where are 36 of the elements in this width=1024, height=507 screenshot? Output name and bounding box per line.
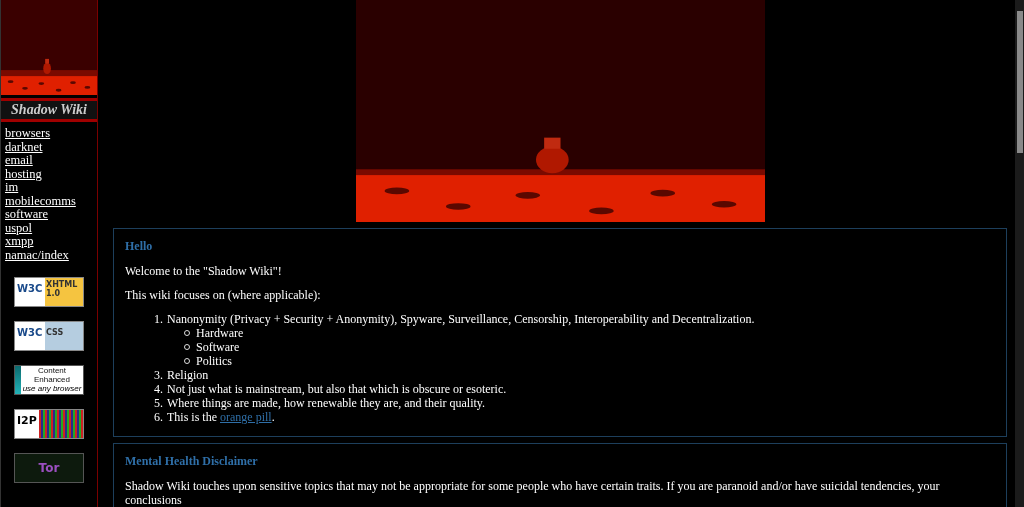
paragraph: This wiki focuses on (where applicable): (125, 288, 322, 302)
sidebar-link[interactable]: im (5, 181, 19, 195)
list-item-text: Not just what is mainstream, but also that which is obscure or esoteric. (167, 382, 507, 396)
sidebar-link[interactable]: email (5, 154, 33, 168)
scrollbar[interactable] (1015, 0, 1024, 507)
list-item-text: Nanonymity (Privacy + Security + Anonymity), Spyware, Surveillance, Censorship, Interoperability and Decentralization. (167, 312, 755, 326)
list-number: 5. (154, 396, 163, 410)
paragraph: Shadow Wiki touches upon sensitive topics that may not be appropriate for some people who have certain traits. If you are paranoid and/or have suicidal tendencies, your conclusions (125, 479, 941, 507)
list-number: 4. (154, 382, 163, 396)
paragraph: Welcome to the "Shadow Wiki"! (125, 264, 283, 278)
list-item-text: Religion (167, 368, 209, 382)
sidebar-link[interactable]: darknet (5, 140, 43, 154)
sidebar-link[interactable]: xmpp (5, 235, 34, 249)
section-heading: Mental Health Disclaimer (125, 454, 259, 469)
tor-badge[interactable]: Tor (14, 453, 84, 483)
content-badge[interactable]: Content Enhanced use any browser (14, 365, 84, 395)
sidebar-link[interactable]: browsers (5, 127, 51, 141)
scrollbar-thumb[interactable] (1017, 11, 1023, 153)
sidebar-link[interactable]: namac/index (5, 248, 69, 262)
site-title: Shadow Wiki (1, 98, 97, 122)
sidebar-link[interactable]: mobilecomms (5, 194, 76, 208)
list-number: 1. (154, 312, 163, 326)
sidebar-link[interactable]: software (5, 208, 49, 222)
section-heading: Hello (125, 239, 154, 254)
w3c-badge[interactable]: W3C CSS (14, 321, 84, 351)
list-item-text: This is the orange pill. (167, 410, 275, 424)
list-item-text: Software (196, 340, 240, 354)
list-item-text: Politics (196, 354, 232, 368)
link[interactable]: orange pill (220, 410, 272, 424)
list-number: 3. (154, 368, 163, 382)
sidebar-link[interactable]: uspol (5, 221, 33, 235)
list-item-text: Hardware (196, 326, 244, 340)
i2p-badge[interactable]: I2P (14, 409, 84, 439)
list-item-text: Where things are made, how renewable they are, and their quality. (167, 396, 486, 410)
list-number: 6. (154, 410, 163, 424)
sidebar-link[interactable]: hosting (5, 167, 42, 181)
